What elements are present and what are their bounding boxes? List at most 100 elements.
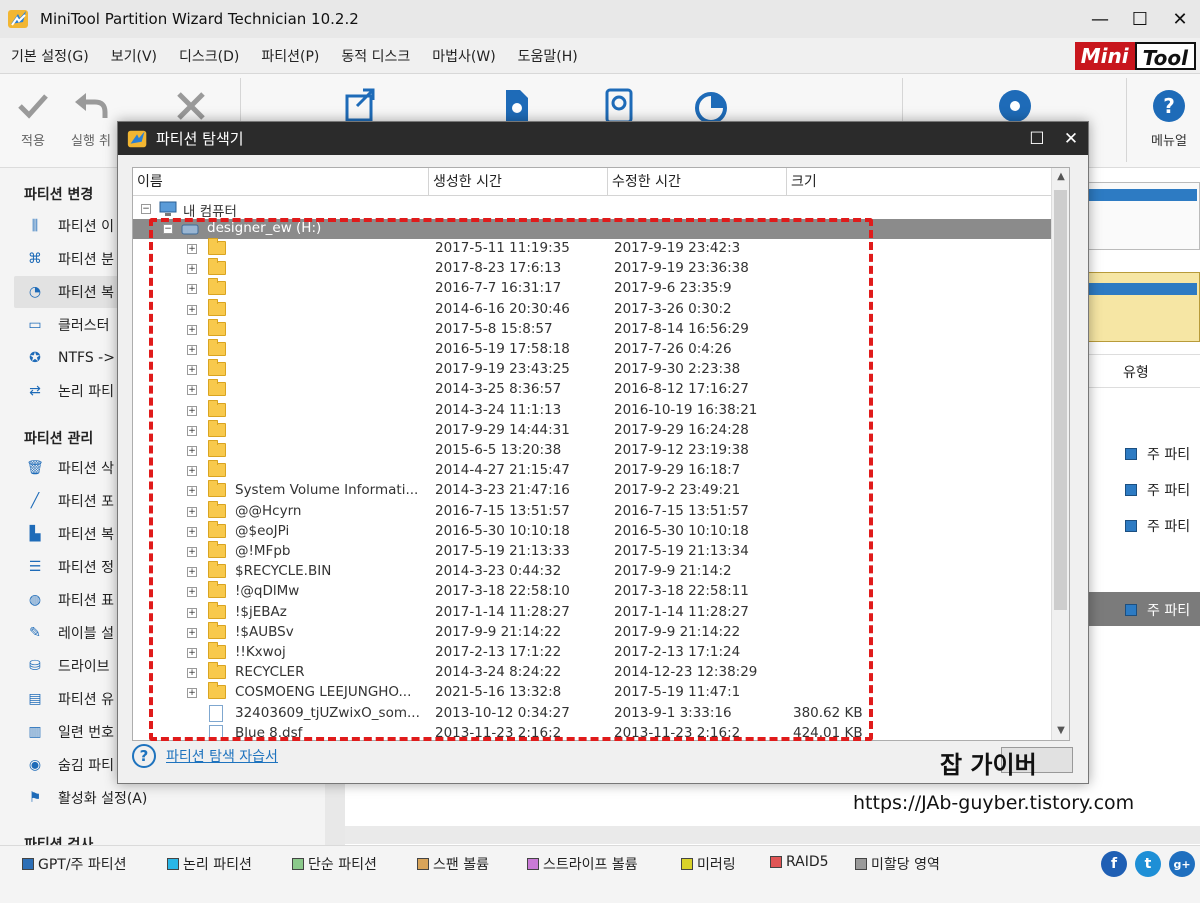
menu-settings[interactable]: 기본 설정(G) [0, 46, 100, 66]
folder-row[interactable]: +2017-9-19 23:43:25 2017-9-30 2:23:38 [133, 359, 1053, 380]
expand-toggle[interactable]: + [187, 446, 197, 456]
folder-row[interactable]: +2016-7-7 16:31:17 2017-9-6 23:35:9 [133, 278, 1053, 299]
dialog-close-button[interactable]: ✕ [1054, 122, 1088, 155]
partition-type-row[interactable]: 주 파티 [1125, 516, 1190, 536]
drive-row[interactable]: − designer_ew (H:) [133, 219, 1053, 239]
disk-block-1[interactable] [1080, 182, 1200, 250]
folder-row[interactable]: + @!MFpb 2017-5-19 21:13:33 2017-5-19 21:13… [133, 541, 1053, 562]
row-name: $RECYCLE.BIN [235, 563, 332, 580]
folder-row[interactable]: + @@Hcyrn 2016-7-15 13:51:57 2016-7-15 13:5… [133, 500, 1053, 522]
menu-help[interactable]: 도움말(H) [507, 46, 589, 66]
expand-toggle[interactable]: + [187, 648, 197, 658]
expand-toggle[interactable]: + [187, 405, 197, 416]
google-plus-icon[interactable]: g+ [1169, 851, 1195, 877]
folder-row[interactable]: + !$AUBSv 2017-9-9 21:14:22 2017-9-9 21:14:… [133, 621, 1053, 643]
menu-view[interactable]: 보기(V) [100, 46, 168, 66]
column-name[interactable]: 이름 [133, 168, 429, 196]
folder-row[interactable]: +2017-9-29 14:44:31 2017-9-29 16:24:28 [133, 419, 1053, 441]
menu-disk[interactable]: 디스크(D) [168, 46, 250, 66]
close-button[interactable]: ✕ [1160, 0, 1200, 38]
folder-row[interactable]: +2014-3-25 8:36:57 2016-8-12 17:16:27 [133, 379, 1053, 400]
row-modified: 2017-9-29 16:18:7 [614, 462, 741, 479]
collapse-toggle[interactable]: − [163, 224, 173, 234]
expand-toggle[interactable]: + [187, 324, 197, 335]
scroll-down-arrow-icon[interactable]: ▼ [1052, 722, 1069, 740]
expand-toggle[interactable]: + [187, 547, 197, 557]
migrate-os-button[interactable] [336, 88, 386, 124]
folder-row[interactable]: + COSMOENG LEEJUNGHO... 2021-5-16 13:32:8 2… [133, 682, 1053, 703]
expand-toggle[interactable]: + [187, 385, 197, 396]
folder-row[interactable]: +2014-6-16 20:30:46 2017-3-26 0:30:2 [133, 298, 1053, 320]
disk-block-selected[interactable] [1080, 272, 1200, 342]
row-created: 2014-3-23 21:47:16 [435, 482, 570, 499]
folder-row[interactable]: + RECYCLER 2014-3-24 8:24:22 2014-12-23 12:… [133, 662, 1053, 683]
folder-row[interactable]: + !@qDlMw 2017-3-18 22:58:10 2017-3-18 22:5… [133, 581, 1053, 602]
twitter-icon[interactable]: t [1135, 851, 1161, 877]
disk-benchmark-button[interactable] [594, 88, 644, 124]
folder-row[interactable]: +2016-5-19 17:58:18 2017-7-26 0:4:26 [133, 339, 1053, 360]
expand-toggle[interactable]: + [187, 627, 197, 638]
file-row[interactable]: Blue 8.dsf 2013-11-23 2:16:2 2013-11-23 2:… [133, 724, 1053, 740]
tree-root-row[interactable]: − 내 컴퓨터 [133, 199, 1053, 220]
scroll-thumb[interactable] [1054, 190, 1067, 610]
expand-toggle[interactable]: + [187, 526, 197, 537]
column-size[interactable]: 크기 [787, 168, 1053, 196]
menu-dynamic-disk[interactable]: 동적 디스크 [330, 46, 421, 66]
expand-toggle[interactable]: + [187, 284, 197, 295]
row-created: 2014-6-16 20:30:46 [435, 300, 570, 317]
expand-toggle[interactable]: + [187, 466, 197, 477]
menu-partition[interactable]: 파티션(P) [250, 46, 330, 66]
expand-toggle[interactable]: + [187, 668, 197, 679]
folder-row[interactable]: + @$eoJPi 2016-5-30 10:10:18 2016-5-30 10:1… [133, 520, 1053, 542]
folder-row[interactable]: +2017-5-11 11:19:35 2017-9-19 23:42:3 [133, 238, 1053, 259]
manual-button[interactable]: ? 메뉴얼 [1144, 88, 1194, 149]
folder-row[interactable]: +2017-5-8 15:8:57 2017-8-14 16:56:29 [133, 318, 1053, 340]
legend-swatch [167, 858, 179, 870]
row-name: @$eoJPi [235, 522, 290, 539]
partition-type-row[interactable]: 주 파티 [1125, 480, 1190, 500]
folder-row[interactable]: + System Volume Informati... 2014-3-23 21:… [133, 480, 1053, 501]
dialog-maximize-button[interactable]: ☐ [1020, 122, 1054, 155]
expand-toggle[interactable]: + [187, 345, 197, 355]
folder-row[interactable]: +2014-3-24 11:1:13 2016-10-19 16:38:21 [133, 399, 1053, 421]
expand-toggle[interactable]: + [187, 587, 197, 598]
undo-button[interactable]: 실행 취 [66, 88, 116, 149]
column-created[interactable]: 생성한 시간 [429, 168, 608, 196]
file-row[interactable]: 32403609_tjUZwixO_som... 2013-10-12 0:34:… [133, 704, 1053, 724]
partition-type-row[interactable]: 주 파티 [1125, 444, 1190, 464]
tree-vertical-scrollbar[interactable]: ▲ ▼ [1051, 168, 1069, 740]
column-modified[interactable]: 수정한 시간 [608, 168, 787, 196]
expand-toggle[interactable]: + [187, 607, 197, 618]
expand-toggle[interactable]: + [187, 506, 197, 517]
folder-row[interactable]: + !$jEBAz 2017-1-14 11:28:27 2017-1-14 11:2… [133, 601, 1053, 623]
horizontal-scrollbar[interactable] [345, 826, 1200, 844]
expand-toggle[interactable]: + [187, 304, 197, 315]
folder-row[interactable]: +2015-6-5 13:20:38 2017-9-12 23:19:38 [133, 440, 1053, 461]
apply-button[interactable]: 적용 [8, 88, 58, 149]
maximize-button[interactable]: ☐ [1120, 0, 1160, 38]
discard-button[interactable] [166, 88, 216, 124]
partition-type-row[interactable]: 주 파티 [1125, 600, 1190, 620]
folder-row[interactable]: +2017-8-23 17:6:13 2017-9-19 23:36:38 [133, 258, 1053, 279]
expand-toggle[interactable]: + [187, 264, 197, 275]
menu-wizard[interactable]: 마법사(W) [421, 46, 506, 66]
minimize-button[interactable]: — [1080, 0, 1120, 38]
expand-toggle[interactable]: + [187, 244, 197, 254]
facebook-icon[interactable]: f [1101, 851, 1127, 877]
expand-toggle[interactable]: + [187, 425, 197, 436]
folder-row[interactable]: + !!Kxwoj 2017-2-13 17:1:22 2017-2-13 17:1:… [133, 642, 1053, 663]
folder-row[interactable]: + $RECYCLE.BIN 2014-3-23 0:44:32 2017-9-9 2… [133, 561, 1053, 582]
tutorial-link[interactable]: ? 파티션 탐색 자습서 [132, 744, 278, 768]
space-analyzer-button[interactable] [686, 88, 736, 124]
expand-toggle[interactable]: + [187, 486, 197, 497]
expand-toggle[interactable]: + [187, 567, 197, 578]
scroll-up-arrow-icon[interactable]: ▲ [1052, 168, 1069, 186]
tutorial-link-text[interactable]: 파티션 탐색 자습서 [166, 746, 278, 766]
sidebar-item-set-active[interactable]: ⚑ 활성화 설정(A) [24, 782, 324, 814]
expand-toggle[interactable]: + [187, 688, 197, 699]
collapse-toggle[interactable]: − [141, 204, 151, 214]
folder-row[interactable]: +2014-4-27 21:15:47 2017-9-29 16:18:7 [133, 460, 1053, 481]
expand-toggle[interactable]: + [187, 365, 197, 376]
copy-disk-button[interactable] [491, 88, 541, 124]
copy-disk-icon [506, 90, 528, 122]
